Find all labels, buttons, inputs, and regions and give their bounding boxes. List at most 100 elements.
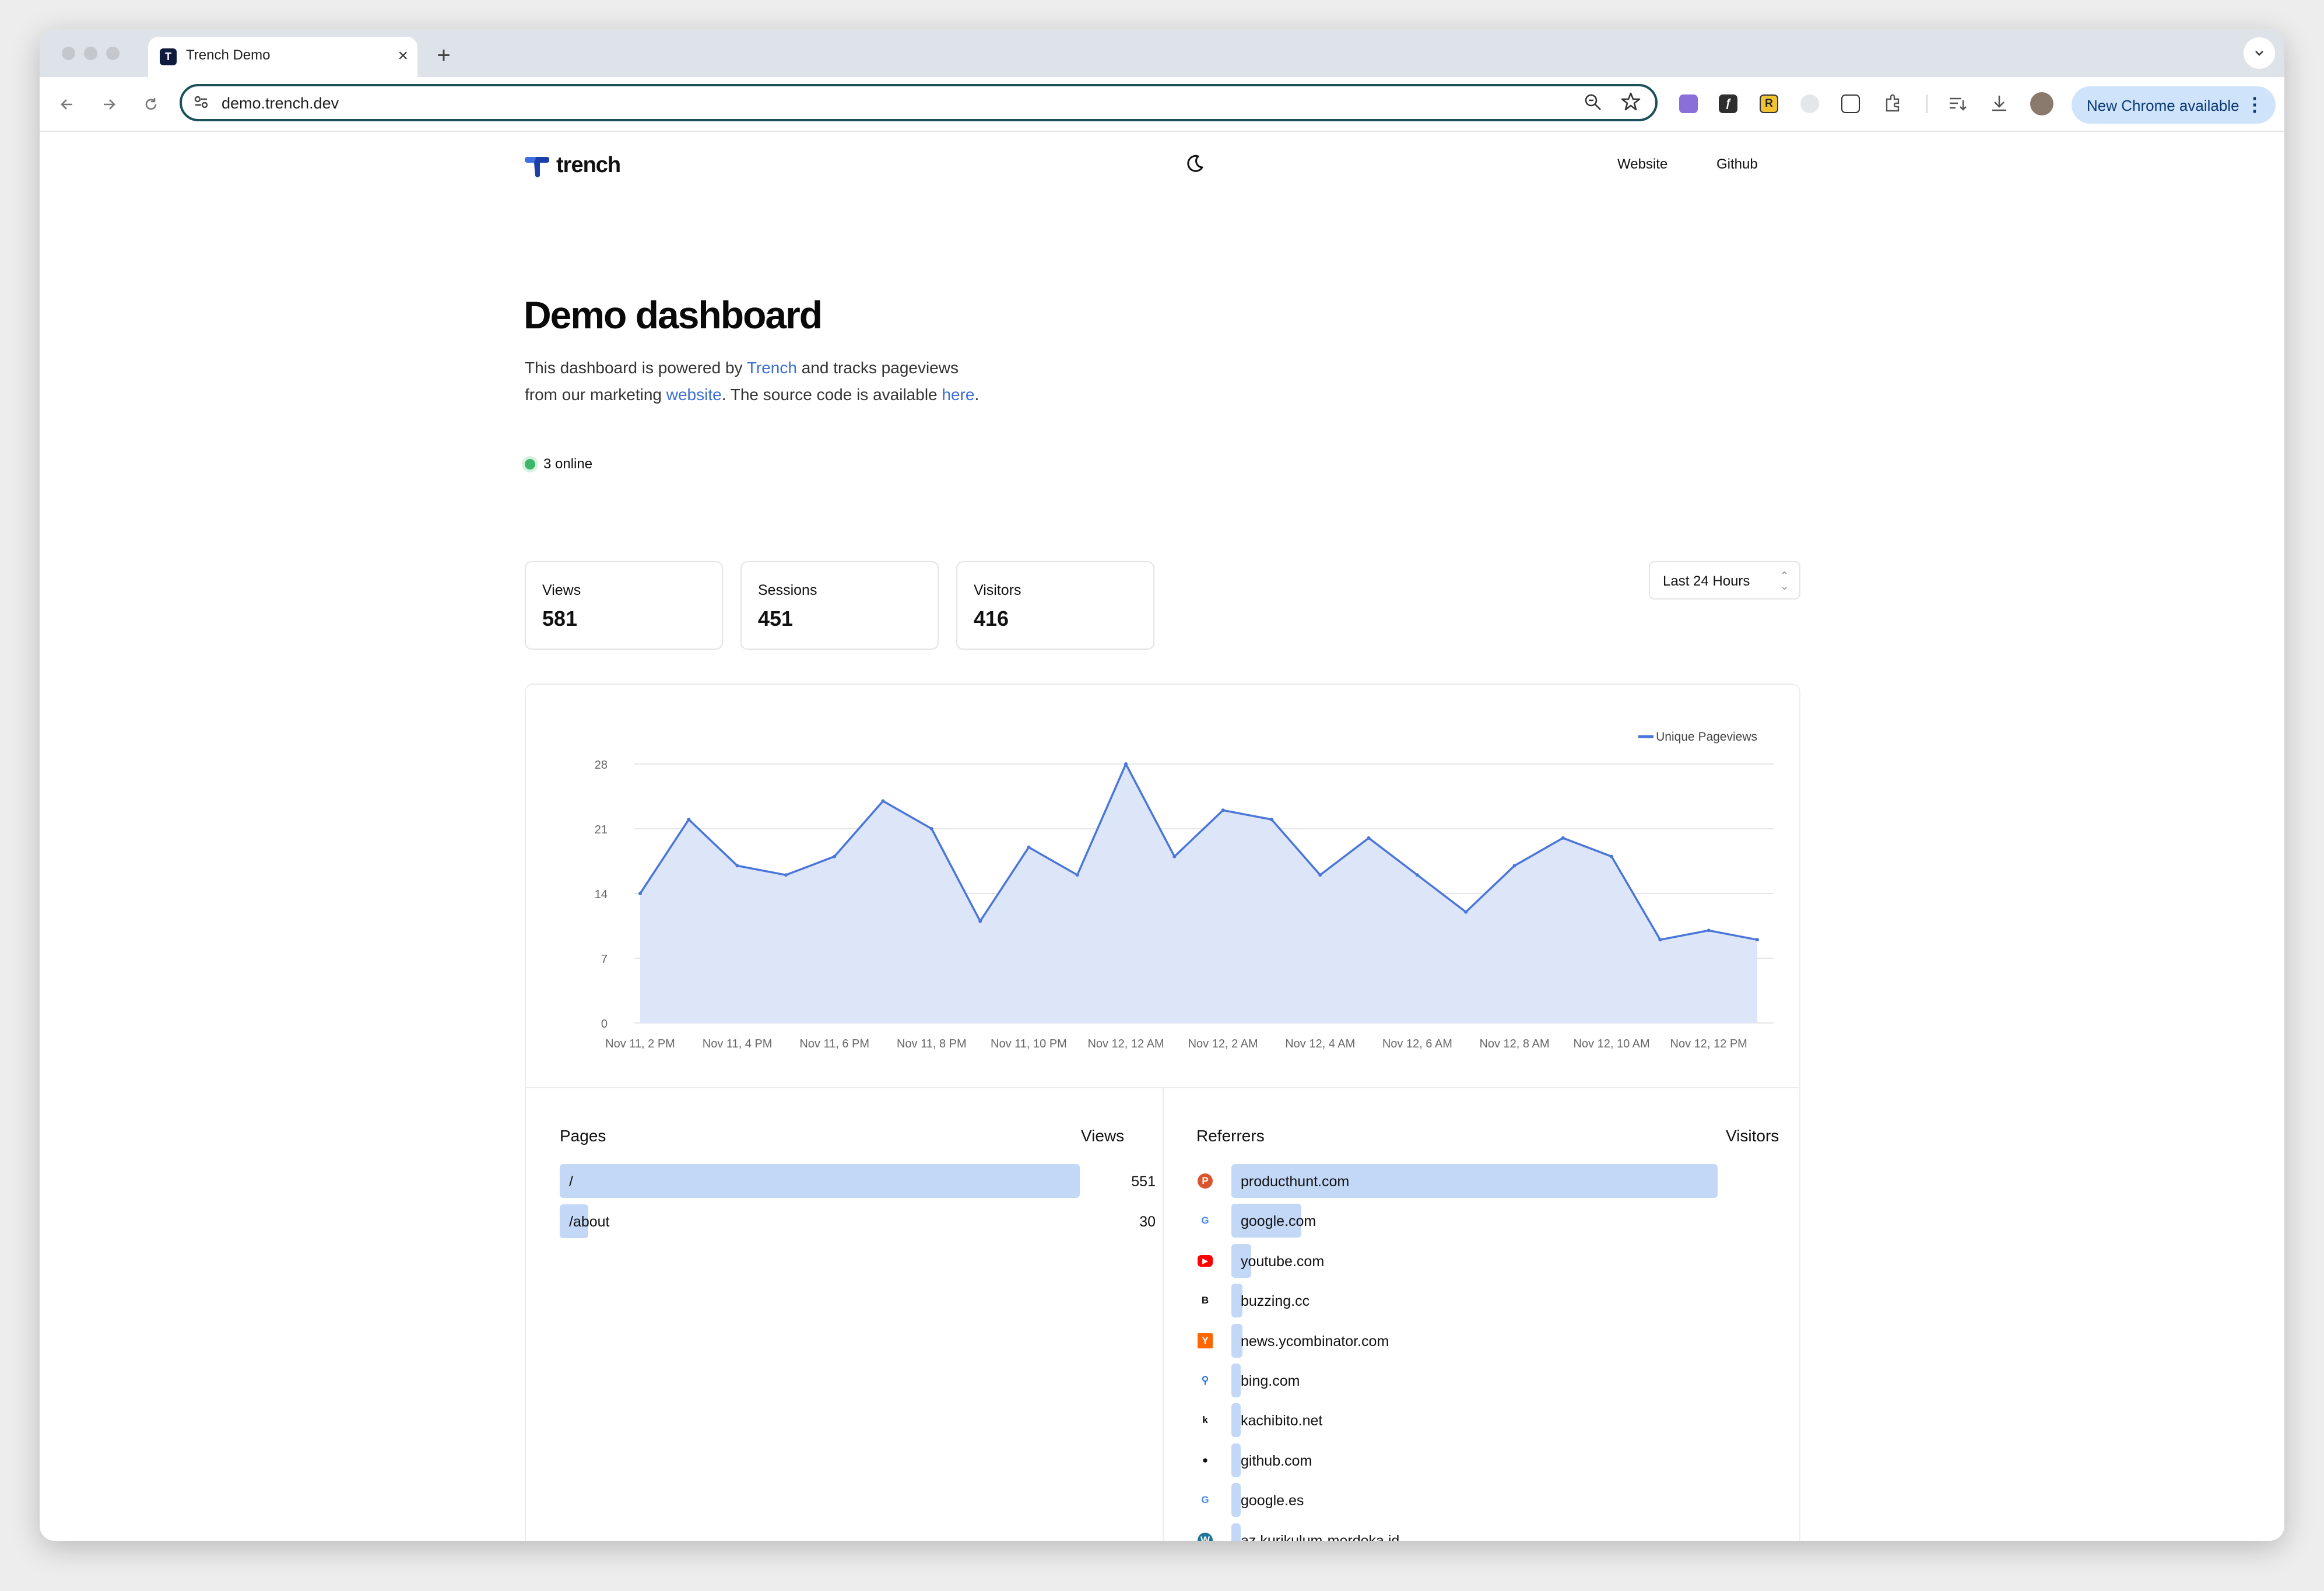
tab-close-icon[interactable]: × — [398, 44, 408, 68]
row-label: google.es — [1241, 1492, 1304, 1509]
online-count: 3 online — [543, 456, 593, 472]
row-label: github.com — [1241, 1452, 1312, 1469]
stat-card-views[interactable]: Views 581 — [525, 561, 723, 650]
data-point — [1707, 928, 1711, 933]
window-controls — [62, 47, 120, 60]
x-tick-label: Nov 11, 8 PM — [897, 1038, 967, 1050]
back-button[interactable] — [51, 89, 83, 120]
row-label: az.kurikulum-merdeka.id — [1241, 1532, 1400, 1541]
browser-tab[interactable]: T Trench Demo × — [148, 37, 417, 77]
tab-search-button[interactable] — [2244, 37, 2275, 69]
row-label: news.ycombinator.com — [1241, 1333, 1389, 1350]
maximize-window-button[interactable] — [106, 47, 120, 60]
site-settings-icon[interactable] — [192, 93, 210, 111]
extension-privacy-icon[interactable] — [1800, 94, 1819, 113]
trench-link[interactable]: Trench — [747, 359, 797, 377]
row-label: kachibito.net — [1241, 1413, 1323, 1429]
github-icon: ● — [1202, 1454, 1209, 1466]
row-value: 551 — [1131, 1173, 1156, 1190]
close-window-button[interactable] — [62, 47, 75, 60]
data-point — [929, 827, 933, 830]
dark-mode-toggle-icon[interactable] — [1182, 152, 1207, 176]
extensions-puzzle-icon[interactable] — [1883, 93, 1903, 113]
star-icon[interactable] — [1620, 91, 1641, 112]
source-code-link[interactable]: here — [942, 386, 974, 404]
bing-icon: ⚲ — [1201, 1375, 1209, 1386]
data-point — [881, 799, 885, 803]
data-point — [1756, 938, 1759, 942]
stat-value: 581 — [542, 607, 578, 630]
stat-card-visitors[interactable]: Visitors 416 — [956, 561, 1154, 650]
x-tick-label: Nov 11, 2 PM — [605, 1038, 675, 1050]
x-tick-label: Nov 12, 6 AM — [1382, 1038, 1452, 1050]
minimize-window-button[interactable] — [84, 47, 97, 60]
ycombinator-icon: Y — [1198, 1333, 1213, 1348]
stat-value: 416 — [974, 607, 1009, 630]
notion-icon[interactable] — [1841, 94, 1860, 113]
data-point — [1610, 854, 1614, 858]
zoom-icon[interactable] — [1583, 92, 1603, 112]
extension-purple-icon[interactable] — [1679, 94, 1698, 113]
producthunt-icon: P — [1198, 1173, 1213, 1189]
data-point — [1464, 910, 1468, 914]
panel-divider — [1163, 1087, 1164, 1541]
time-range-select[interactable]: Last 24 Hours ⌃ ⌄ — [1649, 561, 1800, 600]
page-row[interactable]: / 551 — [560, 1164, 1156, 1198]
row-label: /about — [569, 1214, 610, 1230]
referrer-row[interactable]: github.com2 — [1231, 1443, 1788, 1477]
value-bar — [1231, 1443, 1241, 1477]
referrers-heading: Referrers — [1196, 1127, 1265, 1145]
reload-icon — [145, 98, 157, 110]
website-link[interactable]: website — [666, 386, 722, 404]
page-content: trench Website Github Demo dashboard Thi… — [40, 132, 2284, 1541]
pages-metric-heading: Views — [1081, 1127, 1125, 1145]
download-icon[interactable] — [1989, 93, 2009, 113]
pages-heading: Pages — [560, 1127, 606, 1145]
youtube-icon: ▶ — [1198, 1254, 1213, 1267]
chrome-update-label: New Chrome available — [2087, 97, 2239, 114]
forward-button[interactable] — [93, 89, 125, 120]
referrer-row[interactable]: kachibito.net2 — [1231, 1403, 1788, 1438]
data-point — [833, 854, 837, 858]
x-tick-label: Nov 11, 4 PM — [703, 1038, 773, 1050]
url-text[interactable]: demo.trench.dev — [222, 94, 339, 113]
x-tick-label: Nov 12, 12 PM — [1670, 1038, 1747, 1050]
extension-r-icon[interactable]: R — [1760, 94, 1778, 113]
trench-logo[interactable]: trench — [525, 153, 621, 178]
new-tab-button[interactable]: + — [429, 38, 458, 72]
reading-list-icon[interactable] — [1947, 93, 1967, 113]
x-tick-label: Nov 11, 6 PM — [799, 1038, 869, 1050]
referrer-row[interactable]: az.kurikulum-merdeka.id1 — [1231, 1523, 1788, 1541]
row-label: / — [569, 1173, 573, 1190]
data-point — [784, 873, 788, 877]
page-row[interactable]: /about 30 — [560, 1204, 1156, 1238]
referrer-row[interactable]: youtube.com9 — [1231, 1243, 1788, 1278]
nav-link-github[interactable]: Github — [1716, 156, 1758, 173]
google-icon: G — [1201, 1494, 1209, 1506]
kachibito-icon: k — [1202, 1414, 1208, 1426]
stat-card-sessions[interactable]: Sessions 451 — [740, 561, 939, 650]
data-point — [1124, 762, 1128, 766]
referrer-row[interactable]: news.ycombinator.com5 — [1231, 1323, 1788, 1358]
referrer-row[interactable]: buzzing.cc5 — [1231, 1284, 1788, 1318]
tab-strip: T Trench Demo × + — [40, 29, 2284, 77]
y-tick-label: 0 — [601, 1018, 608, 1031]
data-point — [638, 892, 642, 895]
referrer-row[interactable]: google.es1 — [1231, 1483, 1788, 1518]
reload-button[interactable] — [135, 89, 167, 120]
profile-avatar[interactable] — [2030, 92, 2053, 115]
referrer-row[interactable]: producthunt.com222 — [1231, 1164, 1788, 1198]
chrome-update-button[interactable]: New Chrome available ⋮ — [2072, 86, 2276, 124]
data-point — [1075, 873, 1079, 877]
nav-link-website[interactable]: Website — [1617, 156, 1667, 173]
extension-font-icon[interactable]: ƒ — [1719, 94, 1737, 113]
referrer-row[interactable]: bing.com2 — [1231, 1364, 1788, 1397]
value-bar — [1231, 1403, 1241, 1438]
address-bar[interactable]: demo.trench.dev — [180, 84, 1658, 121]
row-label: youtube.com — [1241, 1253, 1325, 1270]
row-value: 30 — [1139, 1214, 1156, 1230]
more-menu-icon[interactable]: ⋮ — [2245, 93, 2264, 115]
value-bar — [560, 1164, 1080, 1198]
referrer-row[interactable]: google.com32 — [1231, 1204, 1788, 1238]
value-bar — [1231, 1483, 1241, 1518]
